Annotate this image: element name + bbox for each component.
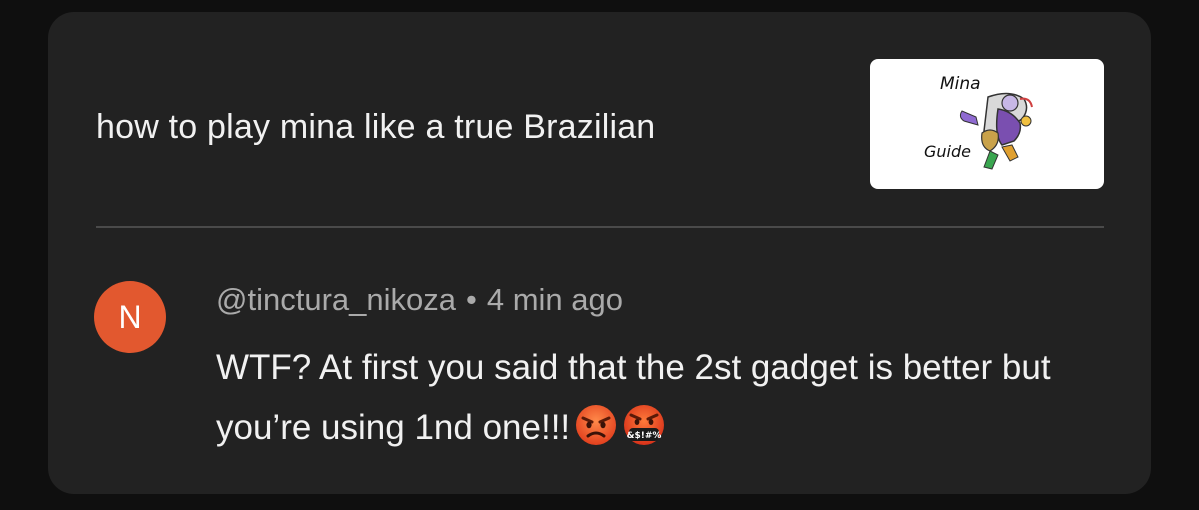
thumbnail-text-bottom: Guide xyxy=(924,142,971,161)
comment-card: how to play mina like a true Brazilian M… xyxy=(48,12,1151,494)
divider xyxy=(96,226,1104,228)
thumbnail-text-top: Mina xyxy=(940,74,981,94)
comment-text-block: WTF? At first you said that the 2st gadg… xyxy=(216,338,1096,458)
angry-face-icon xyxy=(574,403,618,447)
video-title[interactable]: how to play mina like a true Brazilian xyxy=(96,108,655,147)
comment-author[interactable]: @tinctura_nikoza xyxy=(216,282,456,317)
character-drawing xyxy=(959,92,1033,170)
face-with-symbols-on-mouth-icon: &$!#% xyxy=(622,403,666,447)
comment-time: 4 min ago xyxy=(486,282,623,317)
avatar-letter: N xyxy=(118,298,142,335)
comment-meta: @tinctura_nikoza • 4 min ago xyxy=(216,282,623,318)
video-thumbnail[interactable]: Mina Guide xyxy=(870,59,1104,189)
avatar[interactable]: N xyxy=(94,281,166,353)
meta-separator: • xyxy=(465,282,477,317)
emoji-symbols: &$!#% xyxy=(627,431,662,441)
